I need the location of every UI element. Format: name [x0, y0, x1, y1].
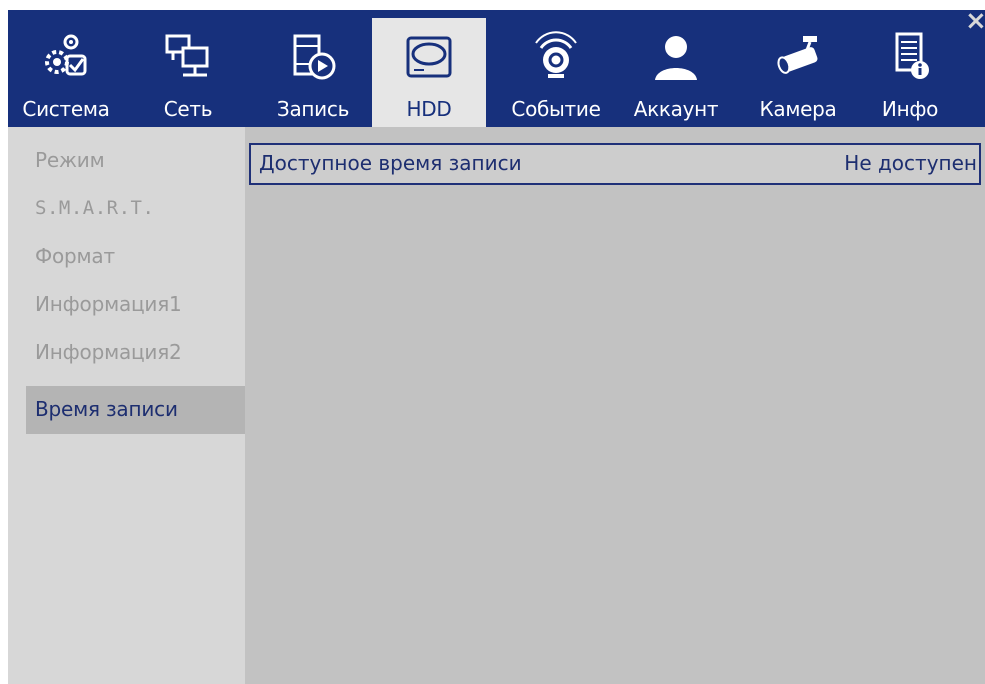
top-navigation-bar: Система Сеть Запись HDD Событие Аккаунт … [8, 10, 985, 127]
info-document-icon [883, 30, 937, 84]
tab-system-label: Система [22, 97, 110, 121]
tab-event-label: Событие [511, 97, 601, 121]
tab-info[interactable]: Инфо [860, 18, 960, 127]
sidebar: Режим S.M.A.R.T. Формат Информация1 Инфо… [8, 127, 245, 684]
record-time-label: Доступное время записи [259, 151, 522, 175]
event-alarm-icon [529, 30, 583, 84]
tab-record-label: Запись [276, 97, 350, 121]
sidebar-item-info1[interactable]: Информация1 [26, 281, 245, 329]
tab-hdd-label: HDD [406, 97, 452, 121]
tab-account[interactable]: Аккаунт [620, 18, 732, 127]
tab-info-label: Инфо [881, 97, 939, 121]
tab-hdd[interactable]: HDD [372, 18, 486, 127]
network-monitors-icon [161, 30, 215, 84]
sidebar-item-format[interactable]: Формат [26, 233, 245, 281]
hdd-icon [402, 30, 456, 84]
tab-account-label: Аккаунт [633, 97, 719, 121]
account-user-icon [649, 30, 703, 84]
tab-network[interactable]: Сеть [138, 18, 238, 127]
record-film-icon [286, 30, 340, 84]
record-time-value: Не доступен [844, 151, 977, 175]
tab-camera-label: Камера [759, 97, 837, 121]
system-gears-icon [39, 30, 93, 84]
tab-camera[interactable]: Камера [748, 18, 848, 127]
tab-network-label: Сеть [163, 97, 213, 121]
content-panel: Доступное время записи Не доступен [245, 127, 985, 684]
sidebar-item-info2[interactable]: Информация2 [26, 329, 245, 377]
tab-system[interactable]: Система [12, 18, 120, 127]
tab-record[interactable]: Запись [256, 18, 370, 127]
camera-icon [771, 30, 825, 84]
record-time-row[interactable]: Доступное время записи Не доступен [249, 143, 981, 185]
sidebar-item-record-time[interactable]: Время записи [26, 386, 245, 434]
settings-window: Система Сеть Запись HDD Событие Аккаунт … [8, 10, 985, 684]
sidebar-item-mode[interactable]: Режим [26, 137, 245, 185]
close-icon[interactable]: × [965, 10, 985, 36]
sidebar-item-smart[interactable]: S.M.A.R.T. [26, 185, 245, 233]
tab-event[interactable]: Событие [498, 18, 614, 127]
